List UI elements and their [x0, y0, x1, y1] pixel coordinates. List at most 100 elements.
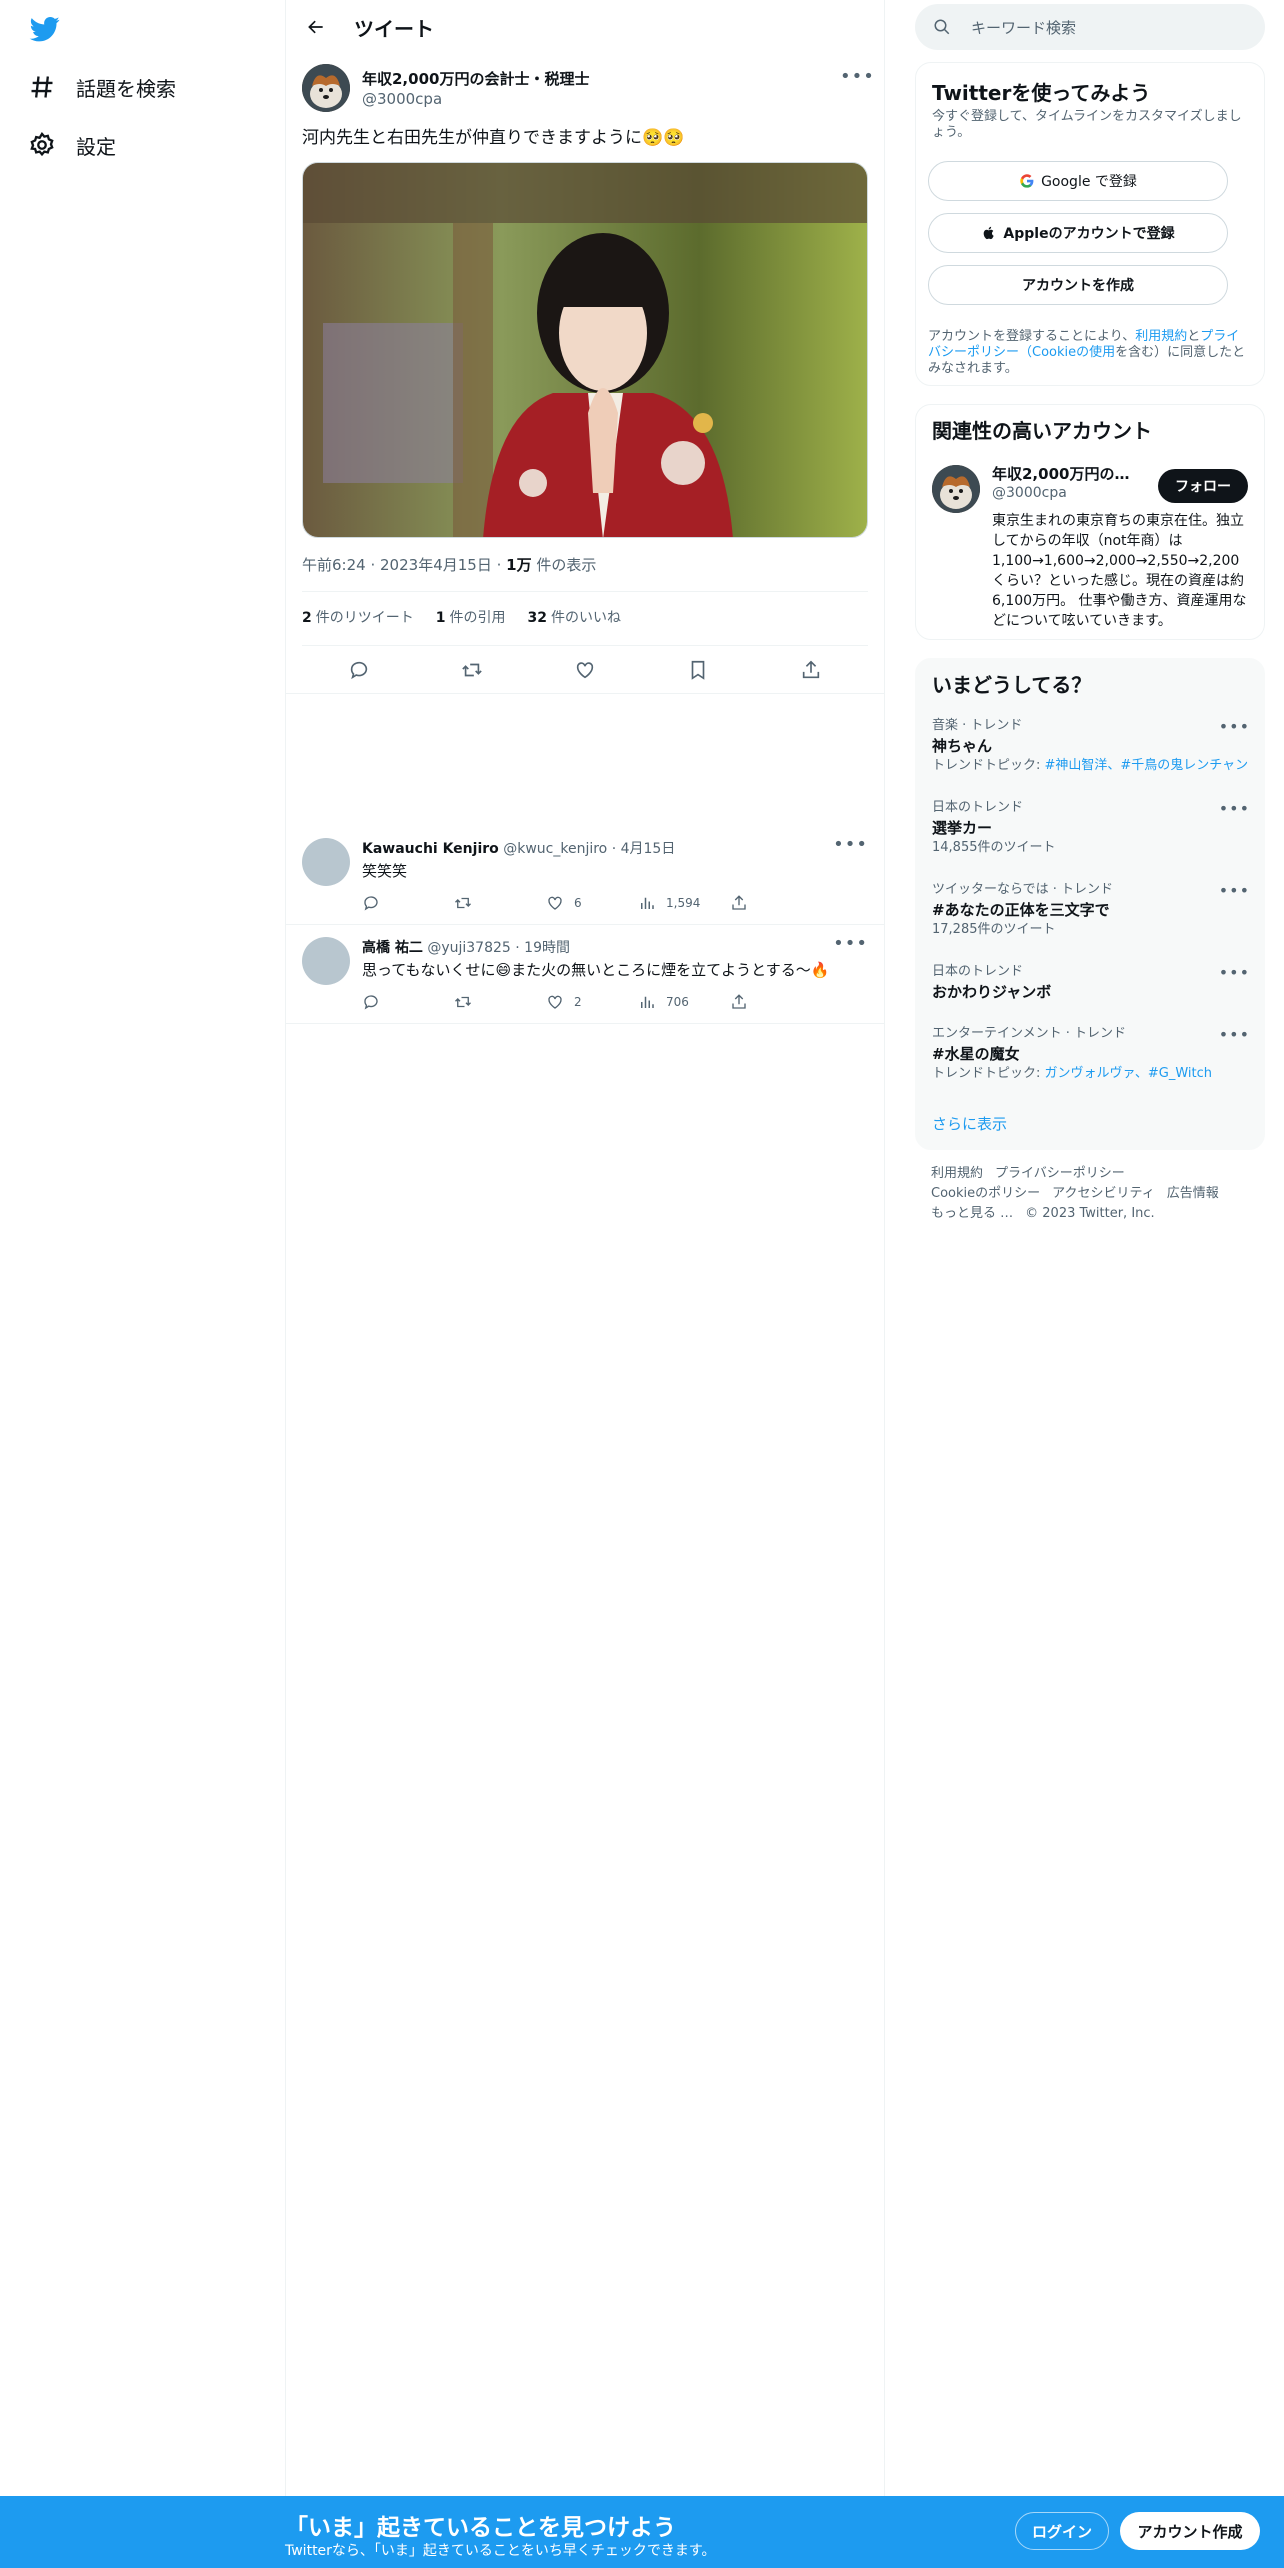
bottom-bar-title: 「いま」起きていることを見つけよう: [285, 2515, 676, 2541]
author-name[interactable]: 年収2,000万円の会計士・税理士: [362, 68, 589, 89]
reply-author-name[interactable]: 高橋 祐二: [362, 940, 423, 956]
google-signup-button[interactable]: Google で登録: [928, 161, 1228, 201]
trend-item[interactable]: エンターテインメント · トレンド #水星の魔女 トレンドトピック: ガンヴォル…: [932, 1025, 1250, 1083]
share-button[interactable]: [730, 894, 822, 912]
footer-cookie-link[interactable]: Cookieのポリシー: [931, 1186, 1040, 1201]
create-account-button[interactable]: アカウントを作成: [928, 265, 1228, 305]
bottom-signup-bar: 「いま」起きていることを見つけよう Twitterなら、「いま」起きていることを…: [0, 2496, 1284, 2568]
google-icon: [1020, 174, 1034, 188]
trend-name: #あなたの正体を三文字で: [932, 901, 1110, 919]
more-options-icon[interactable]: •••: [1219, 1025, 1250, 1044]
create-account-label: アカウントを作成: [1022, 278, 1134, 294]
more-options-icon[interactable]: •••: [1219, 963, 1250, 982]
reply-tweet[interactable]: 高橋 祐二 @yuji37825 · 19時間 思ってもないくせに😄また火の無い…: [286, 925, 884, 1023]
reply-tweet[interactable]: Kawauchi Kenjiro @kwuc_kenjiro · 4月15日 笑…: [286, 826, 884, 924]
reply-avatar[interactable]: [302, 838, 350, 886]
signup-button[interactable]: アカウント作成: [1120, 2512, 1260, 2550]
share-icon[interactable]: [800, 659, 822, 681]
trend-sub: 14,855件のツイート: [932, 840, 1056, 855]
twitter-logo-icon[interactable]: [28, 14, 62, 44]
more-options-icon[interactable]: •••: [1219, 881, 1250, 900]
reply-author-handle[interactable]: @yuji37825: [427, 940, 510, 956]
reply-text: 思ってもないくせに😄また火の無いところに煙を立てようとする〜🔥: [362, 961, 830, 979]
tweet-time[interactable]: 午前6:24: [302, 556, 366, 574]
nav-settings-label: 設定: [76, 134, 116, 159]
quotes-stat[interactable]: 1 件の引用: [436, 607, 506, 631]
like-icon: [548, 995, 562, 1009]
reply-header: 高橋 祐二 @yuji37825 · 19時間: [362, 940, 570, 956]
trend-name: おかわりジャンボ: [932, 983, 1052, 1001]
views-button[interactable]: 1,594: [638, 894, 730, 912]
like-button[interactable]: 2: [546, 993, 638, 1011]
tweet-text: 河内先生と右田先生が仲直りできますように🥺🥺: [302, 128, 685, 148]
more-options-icon[interactable]: •••: [840, 66, 874, 90]
likes-stat[interactable]: 32 件のいいね: [528, 607, 621, 631]
reply-button[interactable]: [362, 993, 454, 1011]
trend-name: 神ちゃん: [932, 737, 993, 755]
share-icon: [732, 994, 746, 1009]
trend-item[interactable]: 日本のトレンド 選挙カー 14,855件のツイート •••: [932, 799, 1250, 857]
trend-sub: トレンドトピック: #神山智洋、#千鳥の鬼レンチャン: [932, 758, 1249, 773]
trend-item[interactable]: ツイッターならでは · トレンド #あなたの正体を三文字で 17,285件のツイ…: [932, 881, 1250, 939]
more-options-icon[interactable]: •••: [833, 933, 868, 954]
login-button[interactable]: ログイン: [1015, 2512, 1109, 2550]
footer: 利用規約 プライバシーポリシー Cookieのポリシー アクセシビリティ 広告情報 も…: [931, 1164, 1251, 1224]
related-name[interactable]: 年収2,000万円の会計士・税理士: [992, 463, 1142, 484]
reply-time[interactable]: 19時間: [524, 940, 570, 956]
nav-settings[interactable]: 設定: [28, 121, 116, 169]
bookmark-icon[interactable]: [687, 659, 709, 681]
footer-more-link[interactable]: もっと見る …: [931, 1206, 1013, 1221]
more-options-icon[interactable]: •••: [1219, 799, 1250, 818]
retweet-button[interactable]: [454, 993, 546, 1011]
like-button[interactable]: 6: [546, 894, 638, 912]
analytics-icon: [641, 996, 654, 1008]
more-options-icon[interactable]: •••: [1219, 717, 1250, 736]
reply-avatar[interactable]: [302, 937, 350, 985]
search-box[interactable]: キーワード検索: [915, 4, 1265, 50]
author-handle[interactable]: @3000cpa: [362, 90, 442, 108]
follow-button[interactable]: フォロー: [1158, 469, 1248, 503]
related-title: 関連性の高いアカウント: [932, 419, 1152, 443]
reply-author-handle[interactable]: @kwuc_kenjiro: [503, 841, 607, 857]
terms-link[interactable]: 利用規約: [1135, 329, 1187, 344]
retweet-icon: [455, 897, 471, 909]
apple-signup-button[interactable]: Appleのアカウントで登録: [928, 213, 1228, 253]
reply-button[interactable]: [362, 894, 454, 912]
footer-accessibility-link[interactable]: アクセシビリティ: [1052, 1186, 1155, 1201]
main-column: ツイート 年収2,000万円の会計士・税理士 @3000cpa ••• 河内先生…: [285, 0, 885, 2496]
divider: [286, 693, 884, 694]
more-options-icon[interactable]: •••: [833, 834, 868, 855]
retweet-icon[interactable]: [461, 659, 483, 681]
back-button[interactable]: [298, 9, 334, 45]
signup-terms: アカウントを登録することにより、利用規約とプライバシーポリシー（Cookieの使…: [928, 329, 1246, 376]
related-avatar[interactable]: [932, 465, 980, 513]
author-avatar[interactable]: [302, 64, 350, 112]
reply-time[interactable]: 4月15日: [621, 841, 676, 857]
trends-title: いまどうしてる？: [932, 673, 1092, 697]
nav-explore[interactable]: 話題を検索: [28, 63, 176, 111]
retweet-button[interactable]: [454, 894, 546, 912]
trend-name: #水星の魔女: [932, 1045, 1020, 1063]
reply-icon[interactable]: [348, 659, 370, 681]
related-handle[interactable]: @3000cpa: [992, 485, 1067, 501]
views-button[interactable]: 706: [638, 993, 730, 1011]
retweets-stat[interactable]: 2 件のリツイート: [302, 607, 414, 631]
page-header: ツイート: [286, 0, 884, 54]
reply-author-name[interactable]: Kawauchi Kenjiro: [362, 841, 499, 857]
footer-privacy-link[interactable]: プライバシーポリシー: [995, 1166, 1125, 1181]
show-more-link[interactable]: さらに表示: [932, 1113, 1007, 1134]
related-bio: 東京生まれの東京育ちの東京在住。独立してからの年収（not年商）は1,100→1…: [992, 513, 1247, 629]
trend-category: ツイッターならでは · トレンド: [932, 882, 1114, 897]
share-button[interactable]: [730, 993, 822, 1011]
footer-ads-link[interactable]: 広告情報: [1167, 1186, 1219, 1201]
trend-category: 日本のトレンド: [932, 800, 1024, 815]
trend-item[interactable]: 日本のトレンド おかわりジャンボ •••: [932, 963, 1250, 1003]
search-input[interactable]: キーワード検索: [971, 17, 1076, 38]
like-icon[interactable]: [574, 659, 596, 681]
tweet-photo[interactable]: [302, 162, 868, 538]
praying-woman-photo: [303, 163, 867, 537]
footer-terms-link[interactable]: 利用規約: [931, 1166, 983, 1181]
tweet-date[interactable]: 2023年4月15日: [380, 556, 492, 574]
divider: [286, 1023, 884, 1024]
trend-item[interactable]: 音楽 · トレンド 神ちゃん トレンドトピック: #神山智洋、#千鳥の鬼レンチャ…: [932, 717, 1250, 775]
